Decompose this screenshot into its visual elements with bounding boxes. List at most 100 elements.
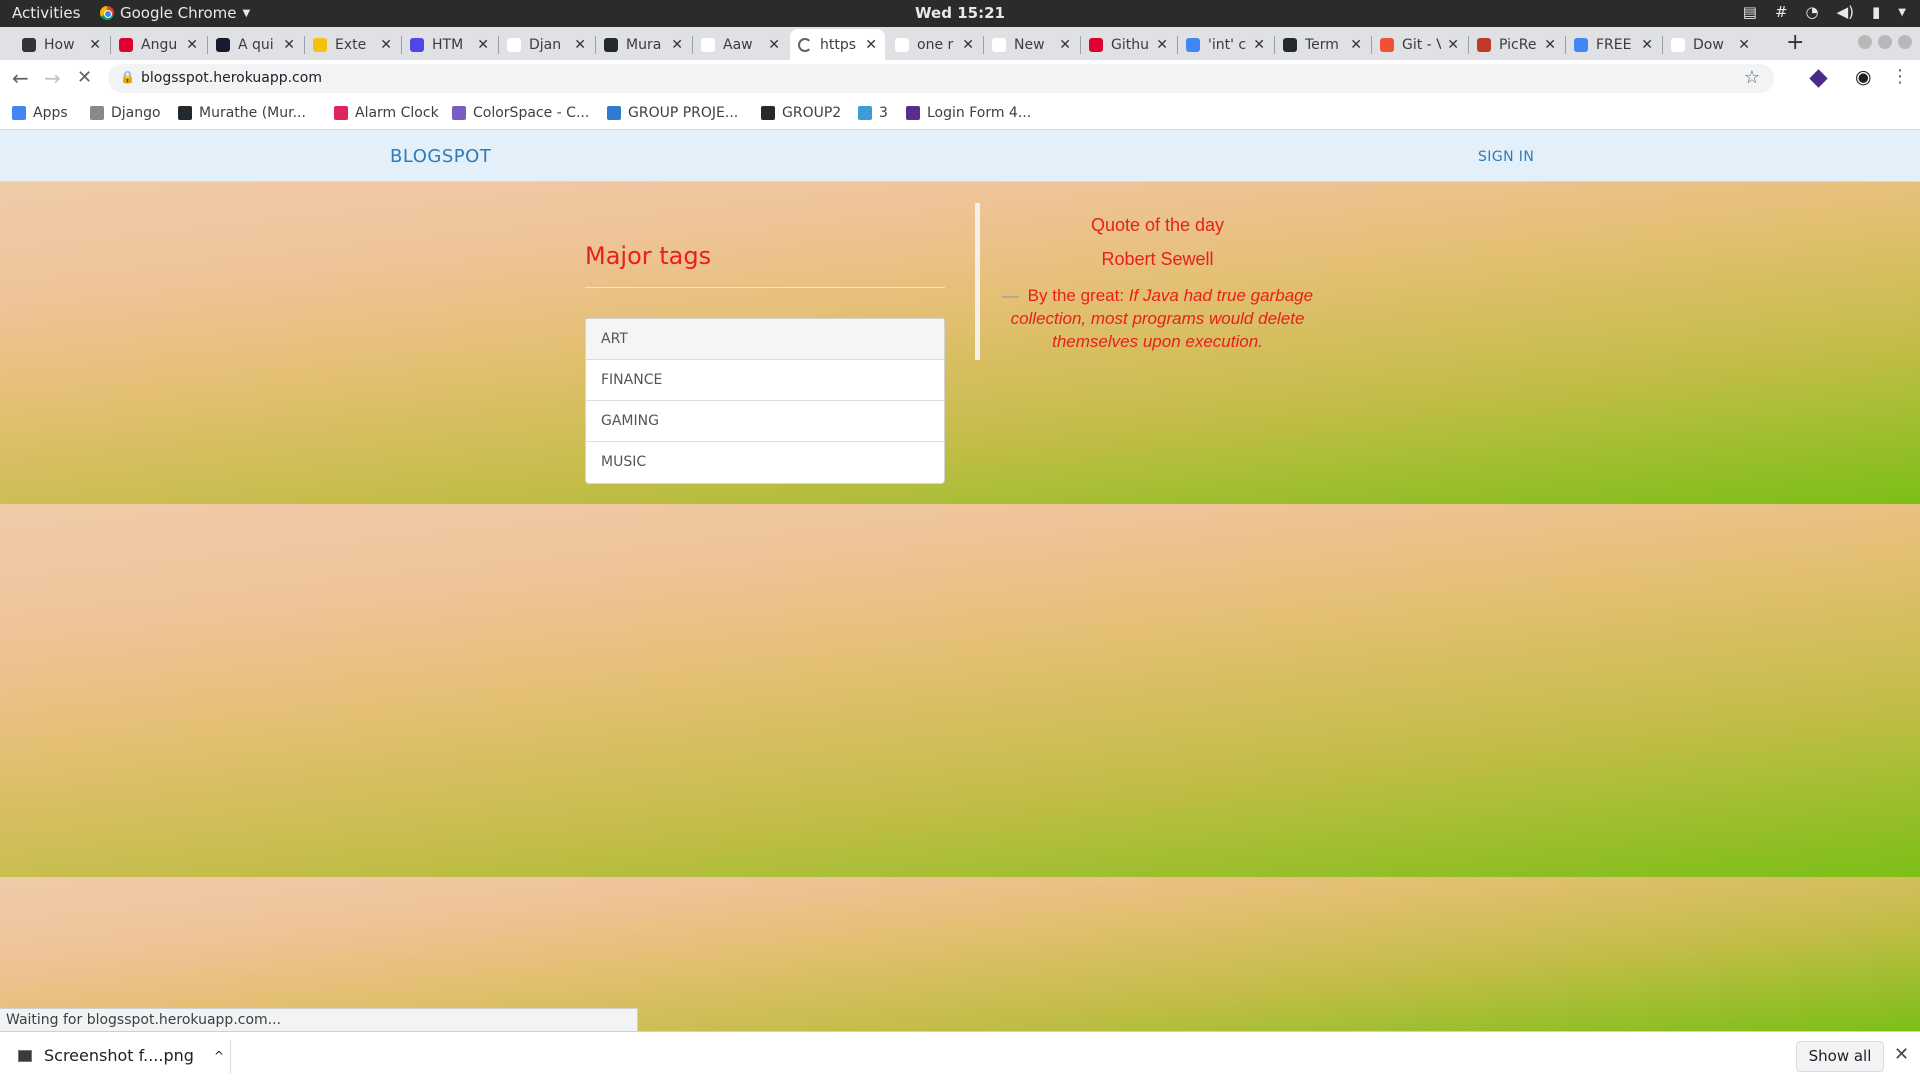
tag-list: ART FINANCE GAMING MUSIC	[585, 318, 945, 484]
tab-close-icon[interactable]: ✕	[671, 37, 683, 53]
browser-tab[interactable]: Githu ✕	[1081, 29, 1176, 60]
stop-loading-icon[interactable]: ✕	[77, 67, 92, 88]
tab-close-icon[interactable]: ✕	[1447, 37, 1459, 53]
tab-close-icon[interactable]: ✕	[1156, 37, 1168, 53]
minimize-button[interactable]	[1858, 35, 1872, 49]
url-text[interactable]: blogsspot.herokuapp.com	[141, 70, 322, 86]
site-brand-link[interactable]: BLOGSPOT	[390, 146, 491, 167]
bookmark-item[interactable]: Murathe (Mur...	[178, 105, 306, 121]
quote-text: — By the great: If Java had true garbage…	[1000, 284, 1315, 353]
tab-favicon-icon	[1477, 37, 1491, 52]
profile-avatar-icon[interactable]: ◉	[1855, 66, 1872, 88]
browser-tab[interactable]: Mura ✕	[596, 29, 691, 60]
tab-close-icon[interactable]: ✕	[283, 37, 295, 53]
chevron-down-icon[interactable]: ▼	[1898, 7, 1906, 18]
browser-tab[interactable]: HTM ✕	[402, 29, 497, 60]
image-file-icon	[18, 1049, 32, 1062]
browser-tab[interactable]: one r ✕	[887, 29, 982, 60]
bookmark-item[interactable]: Alarm Clock	[334, 105, 439, 121]
sign-in-link[interactable]: SIGN IN	[1478, 149, 1534, 165]
tab-close-icon[interactable]: ✕	[1544, 37, 1556, 53]
tag-item-art[interactable]: ART	[586, 319, 944, 360]
tab-title: https	[820, 36, 857, 53]
browser-tab[interactable]: Exte ✕	[305, 29, 400, 60]
maximize-button[interactable]	[1878, 35, 1892, 49]
tag-item-gaming[interactable]: GAMING	[586, 401, 944, 442]
back-arrow-icon[interactable]: ←	[12, 66, 29, 90]
browser-tab[interactable]: Djan ✕	[499, 29, 594, 60]
close-window-button[interactable]	[1898, 35, 1912, 49]
tab-close-icon[interactable]: ✕	[1738, 37, 1750, 53]
quote-dash: —	[1001, 286, 1019, 305]
menu-kebab-icon[interactable]: ⋮	[1891, 66, 1909, 87]
bookmark-item[interactable]: 3	[858, 105, 888, 121]
browser-tab[interactable]: A qui ✕	[208, 29, 303, 60]
bookmark-item[interactable]: Apps	[12, 105, 68, 121]
browser-tab[interactable]: Term ✕	[1275, 29, 1370, 60]
notes-icon[interactable]: ▤	[1743, 3, 1757, 21]
chevron-up-icon[interactable]: ^	[214, 1049, 224, 1063]
tag-item-finance[interactable]: FINANCE	[586, 360, 944, 401]
tab-favicon-icon	[1186, 37, 1200, 52]
download-item[interactable]: Screenshot f....png ^	[18, 1046, 224, 1065]
volume-icon[interactable]: ◀)	[1837, 3, 1854, 21]
tab-close-icon[interactable]: ✕	[962, 37, 974, 53]
browser-tab[interactable]: Angu ✕	[111, 29, 206, 60]
bookmark-item[interactable]: GROUP PROJE...	[607, 105, 738, 121]
major-tags-heading: Major tags	[585, 242, 712, 270]
browser-tab[interactable]: Dow ✕	[1663, 29, 1758, 60]
clock[interactable]: Wed 15:21	[0, 4, 1920, 22]
tab-close-icon[interactable]: ✕	[380, 37, 392, 53]
tab-close-icon[interactable]: ✕	[186, 37, 198, 53]
wifi-icon[interactable]: ◔	[1806, 3, 1819, 21]
form-icon	[906, 106, 920, 120]
slack-icon[interactable]: #	[1775, 3, 1788, 21]
tab-title: 'int' c	[1208, 36, 1247, 53]
bookmark-item[interactable]: ColorSpace - C...	[452, 105, 589, 121]
bookmark-label: GROUP PROJE...	[628, 105, 739, 121]
lock-icon[interactable]: 🔒	[120, 70, 135, 84]
tab-close-icon[interactable]: ✕	[1059, 37, 1071, 53]
close-icon[interactable]: ✕	[1894, 1044, 1909, 1065]
extension-cube-icon[interactable]	[1809, 69, 1828, 88]
downloads-shelf: Screenshot f....png ^ Show all ✕	[0, 1031, 1920, 1080]
browser-tab[interactable]: Aaw ✕	[693, 29, 788, 60]
django-icon	[90, 106, 104, 120]
tab-title: Githu	[1111, 36, 1149, 53]
bookmarks-bar: Apps Django Murathe (Mur... Alarm Clock Colo…	[0, 97, 1920, 130]
tab-close-icon[interactable]: ✕	[1253, 37, 1265, 53]
new-tab-button[interactable]: +	[1786, 30, 1804, 55]
tab-favicon-icon	[604, 37, 618, 52]
browser-tab[interactable]: PicRe ✕	[1469, 29, 1564, 60]
bookmark-label: Apps	[33, 105, 68, 121]
background-band	[0, 182, 1920, 504]
tab-close-icon[interactable]: ✕	[865, 37, 877, 53]
browser-tab[interactable]: 'int' c ✕	[1178, 29, 1273, 60]
tab-close-icon[interactable]: ✕	[768, 37, 780, 53]
browser-tab[interactable]: FREE ✕	[1566, 29, 1661, 60]
bookmark-item[interactable]: Login Form 4...	[906, 105, 1031, 121]
colorspace-icon	[452, 106, 466, 120]
tab-close-icon[interactable]: ✕	[574, 37, 586, 53]
browser-tab[interactable]: Git - V ✕	[1372, 29, 1467, 60]
download-filename: Screenshot f....png	[44, 1046, 194, 1065]
tab-close-icon[interactable]: ✕	[1350, 37, 1362, 53]
tab-close-icon[interactable]: ✕	[89, 37, 101, 53]
bookmark-item[interactable]: Django	[90, 105, 161, 121]
tab-favicon-icon	[22, 37, 36, 52]
tab-favicon-icon	[313, 37, 327, 52]
show-all-button[interactable]: Show all	[1796, 1041, 1884, 1072]
forward-arrow-icon[interactable]: →	[44, 66, 61, 90]
tab-close-icon[interactable]: ✕	[1641, 37, 1653, 53]
bookmark-item[interactable]: GROUP2	[761, 105, 841, 121]
tag-item-music[interactable]: MUSIC	[586, 442, 944, 483]
system-tray[interactable]: ▤ # ◔ ◀) ▮ ▼	[1743, 3, 1906, 21]
battery-icon[interactable]: ▮	[1872, 3, 1880, 21]
bookmark-label: ColorSpace - C...	[473, 105, 590, 121]
browser-tab[interactable]: How ✕	[14, 29, 109, 60]
address-bar[interactable]: 🔒 blogsspot.herokuapp.com ☆	[108, 64, 1774, 93]
browser-tab[interactable]: https ✕	[790, 29, 885, 60]
tab-close-icon[interactable]: ✕	[477, 37, 489, 53]
bookmark-star-icon[interactable]: ☆	[1744, 67, 1760, 88]
browser-tab[interactable]: New ✕	[984, 29, 1079, 60]
